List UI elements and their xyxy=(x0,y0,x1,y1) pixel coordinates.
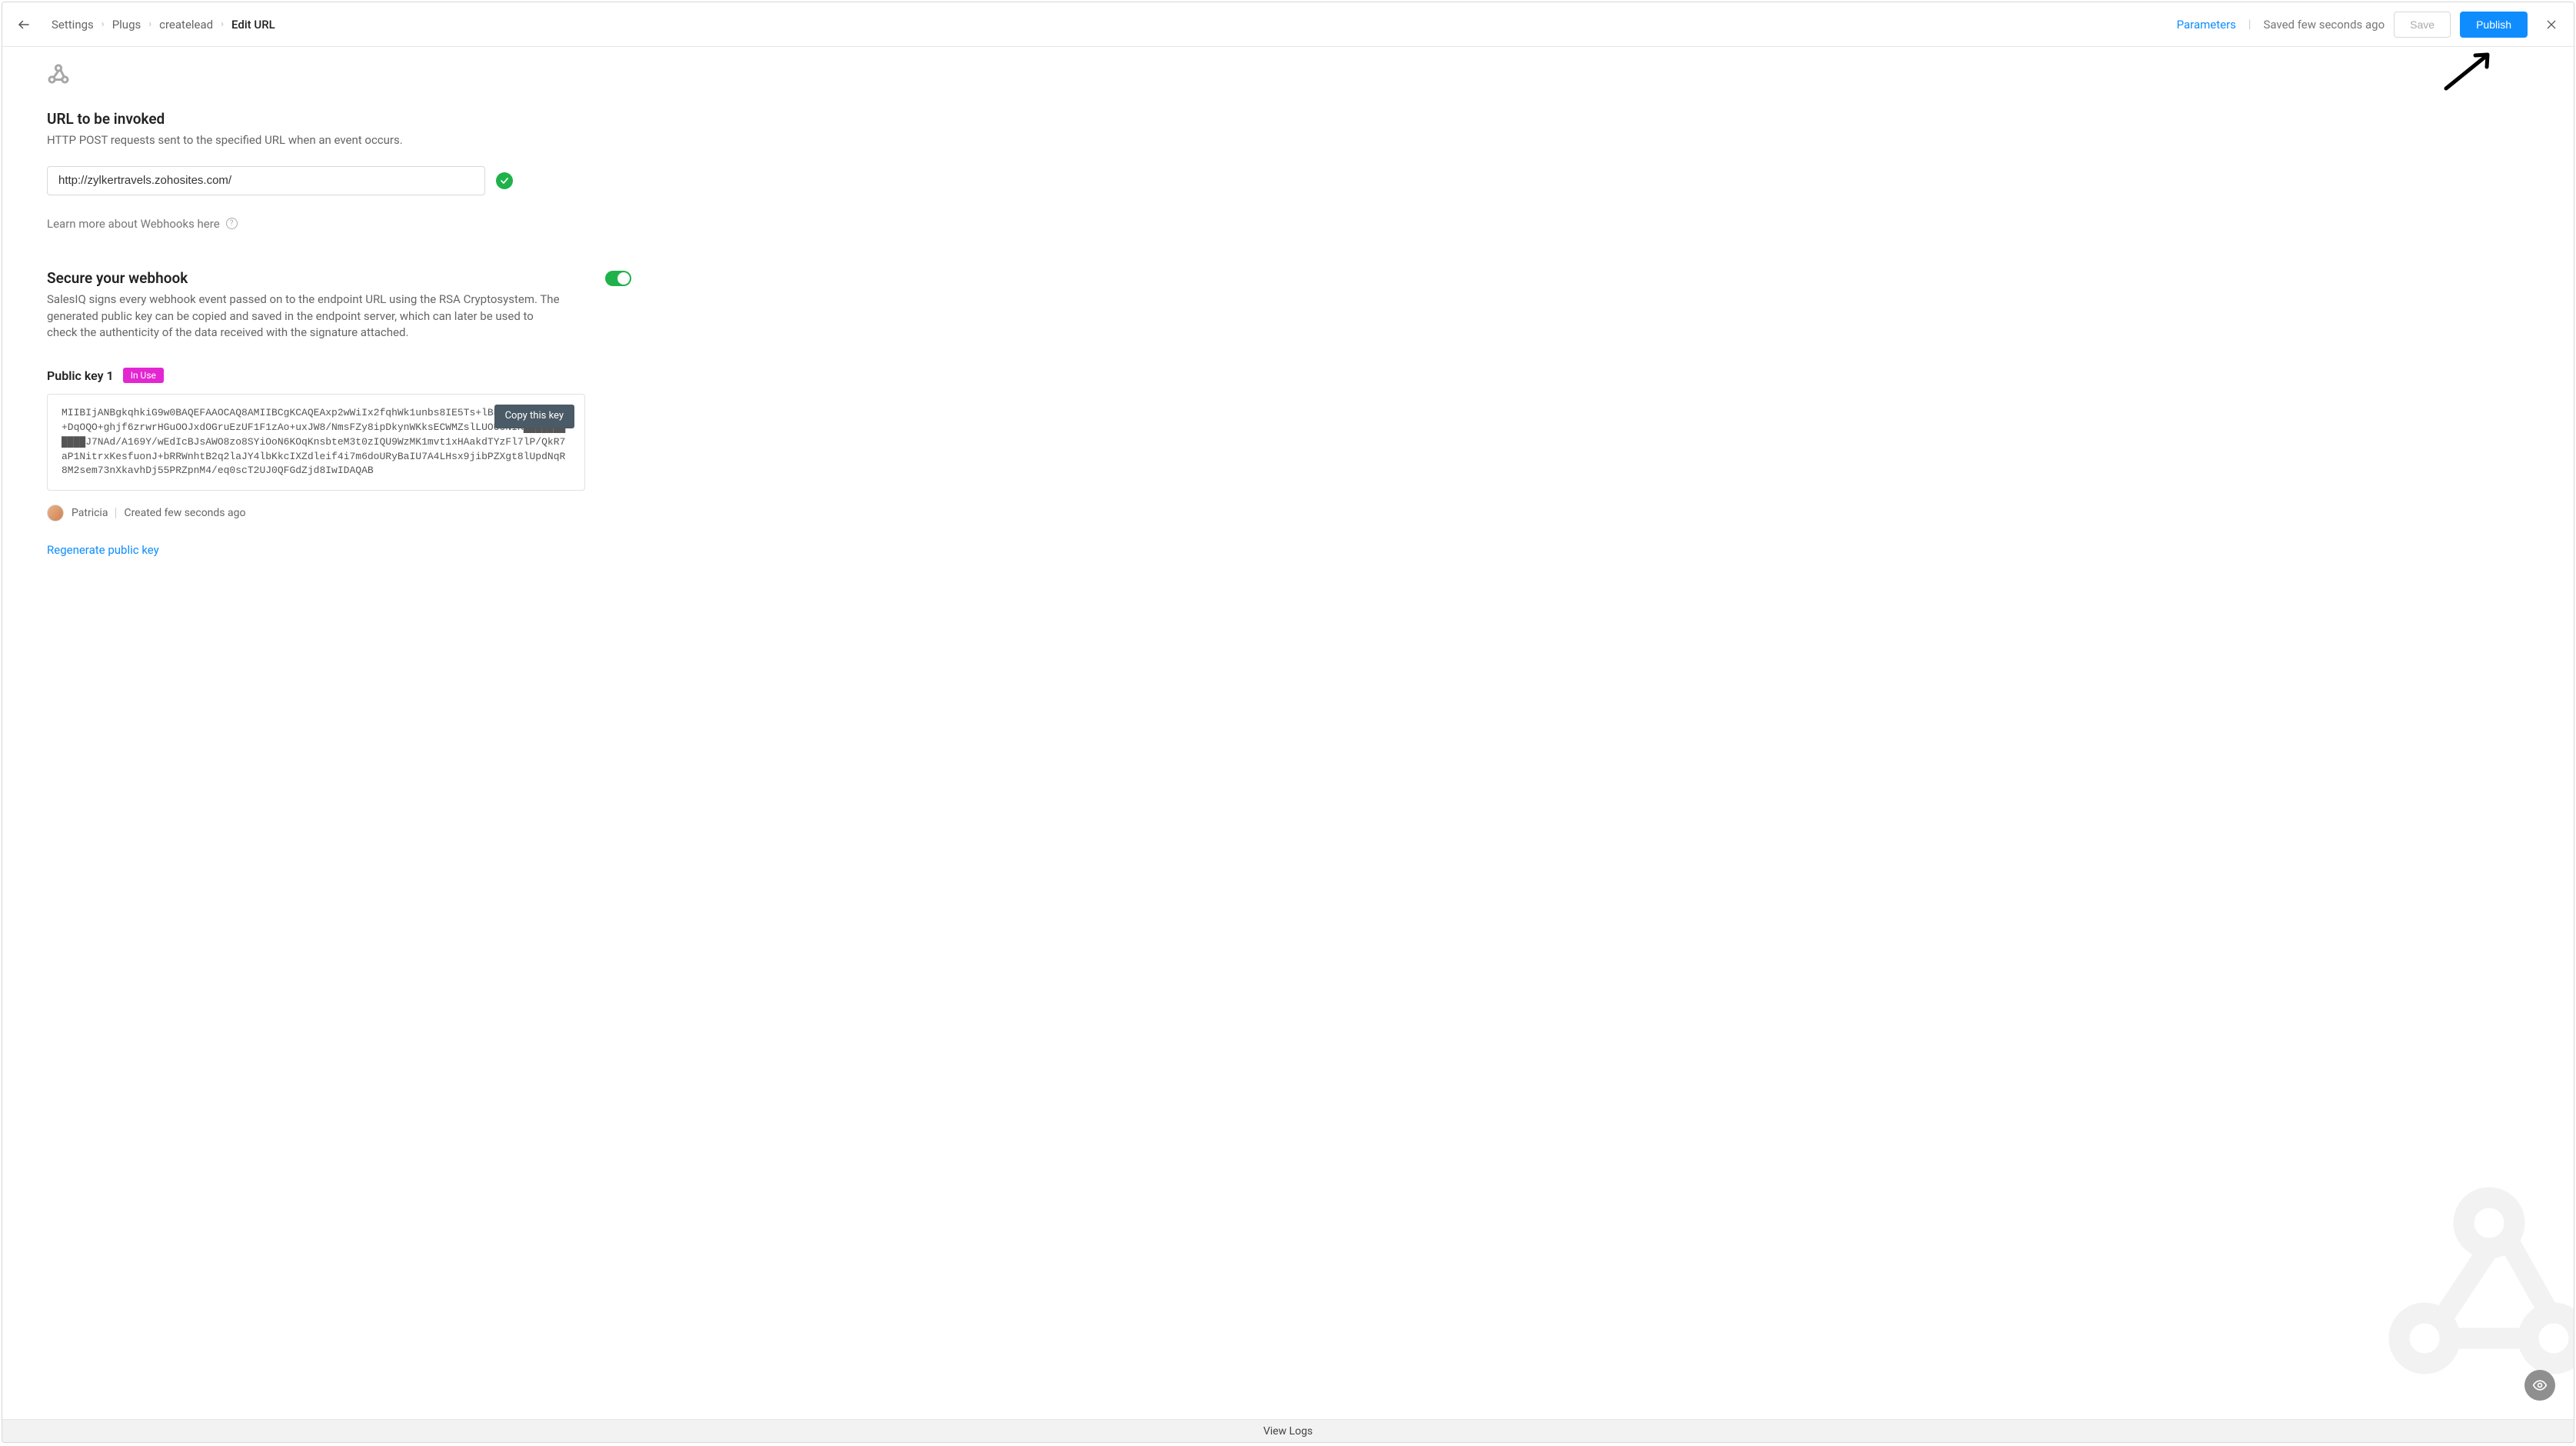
secure-toggle[interactable] xyxy=(605,271,631,286)
url-section-desc: HTTP POST requests sent to the specified… xyxy=(47,132,562,149)
divider xyxy=(115,508,116,518)
saved-status: Saved few seconds ago xyxy=(2263,18,2385,32)
secure-section-title: Secure your webhook xyxy=(47,269,582,287)
key-creator-row: Patricia Created few seconds ago xyxy=(47,505,2529,521)
public-key-value: MIIBIjANBgkqhkiG9w0BAQEFAAOCAQ8AMIIBCgKC… xyxy=(62,407,565,476)
created-time: Created few seconds ago xyxy=(124,507,245,519)
chevron-right-icon: › xyxy=(148,18,151,30)
crumb-settings[interactable]: Settings xyxy=(52,18,94,32)
save-button[interactable]: Save xyxy=(2394,12,2451,38)
url-valid-icon xyxy=(496,172,513,189)
crumb-plugs[interactable]: Plugs xyxy=(112,18,141,32)
regenerate-key-link[interactable]: Regenerate public key xyxy=(47,543,159,557)
view-logs-label: View Logs xyxy=(1263,1425,1313,1438)
url-section-title: URL to be invoked xyxy=(47,110,2529,128)
header-bar: Settings › Plugs › createlead › Edit URL… xyxy=(2,2,2574,47)
url-input[interactable] xyxy=(47,166,485,195)
avatar xyxy=(47,505,64,521)
secure-section-desc: SalesIQ signs every webhook event passed… xyxy=(47,292,562,342)
copy-key-button[interactable]: Copy this key xyxy=(494,405,574,428)
back-button[interactable] xyxy=(16,17,32,32)
crumb-current: Edit URL xyxy=(231,18,275,32)
creator-name: Patricia xyxy=(72,507,108,519)
publish-button[interactable]: Publish xyxy=(2460,12,2528,38)
webhook-icon xyxy=(47,62,70,85)
close-button[interactable] xyxy=(2543,16,2560,33)
public-key-box: MIIBIjANBgkqhkiG9w0BAQEFAAOCAQ8AMIIBCgKC… xyxy=(47,394,585,491)
parameters-link[interactable]: Parameters xyxy=(2177,18,2236,32)
learn-more-link[interactable]: Learn more about Webhooks here ? xyxy=(47,217,2529,231)
breadcrumb: Settings › Plugs › createlead › Edit URL xyxy=(52,18,275,32)
webhook-watermark-icon xyxy=(2374,1165,2574,1396)
divider: | xyxy=(2248,18,2252,31)
public-key-label: Public key 1 xyxy=(47,368,114,383)
view-logs-bar[interactable]: View Logs xyxy=(2,1419,2574,1442)
chevron-right-icon: › xyxy=(221,18,224,30)
crumb-createlead[interactable]: createlead xyxy=(159,18,213,32)
in-use-badge: In Use xyxy=(123,368,164,383)
chevron-right-icon: › xyxy=(102,18,105,30)
learn-more-text: Learn more about Webhooks here xyxy=(47,217,220,231)
preview-fab[interactable] xyxy=(2524,1370,2555,1401)
help-icon: ? xyxy=(226,218,238,229)
